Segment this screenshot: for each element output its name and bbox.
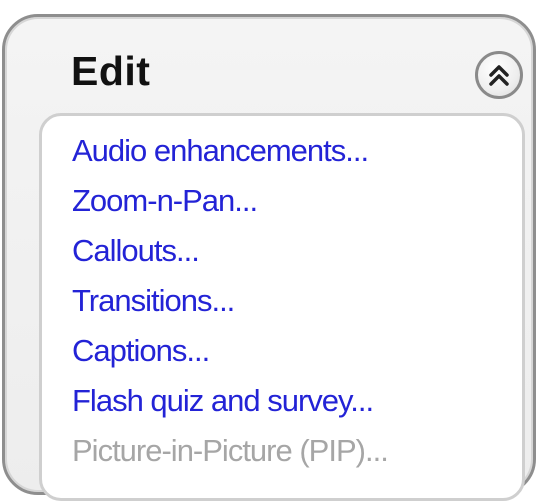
list-item: Flash quiz and survey...	[72, 376, 388, 426]
edit-task-panel: Edit Audio enhancements... Zoom-n-Pan...…	[2, 14, 536, 501]
panel-title: Edit	[71, 48, 151, 94]
list-item: Captions...	[72, 326, 388, 376]
flash-quiz-and-survey-link[interactable]: Flash quiz and survey...	[72, 383, 374, 418]
list-item: Transitions...	[72, 276, 388, 326]
zoom-n-pan-link[interactable]: Zoom-n-Pan...	[72, 183, 258, 218]
picture-in-picture-link-disabled: Picture-in-Picture (PIP)...	[72, 433, 389, 468]
audio-enhancements-link[interactable]: Audio enhancements...	[72, 133, 369, 168]
captions-link[interactable]: Captions...	[72, 333, 210, 368]
list-item: Picture-in-Picture (PIP)...	[72, 426, 389, 476]
transitions-link[interactable]: Transitions...	[72, 283, 235, 318]
double-chevron-up-icon	[489, 65, 509, 86]
callouts-link[interactable]: Callouts...	[72, 233, 200, 268]
edit-tasks-list-box: Audio enhancements... Zoom-n-Pan... Call…	[39, 113, 525, 501]
list-item: Callouts...	[72, 226, 388, 276]
collapse-button[interactable]	[475, 51, 523, 99]
edit-tasks-list: Audio enhancements... Zoom-n-Pan... Call…	[72, 126, 389, 476]
list-item: Zoom-n-Pan...	[72, 176, 388, 226]
list-item: Audio enhancements...	[72, 126, 388, 176]
